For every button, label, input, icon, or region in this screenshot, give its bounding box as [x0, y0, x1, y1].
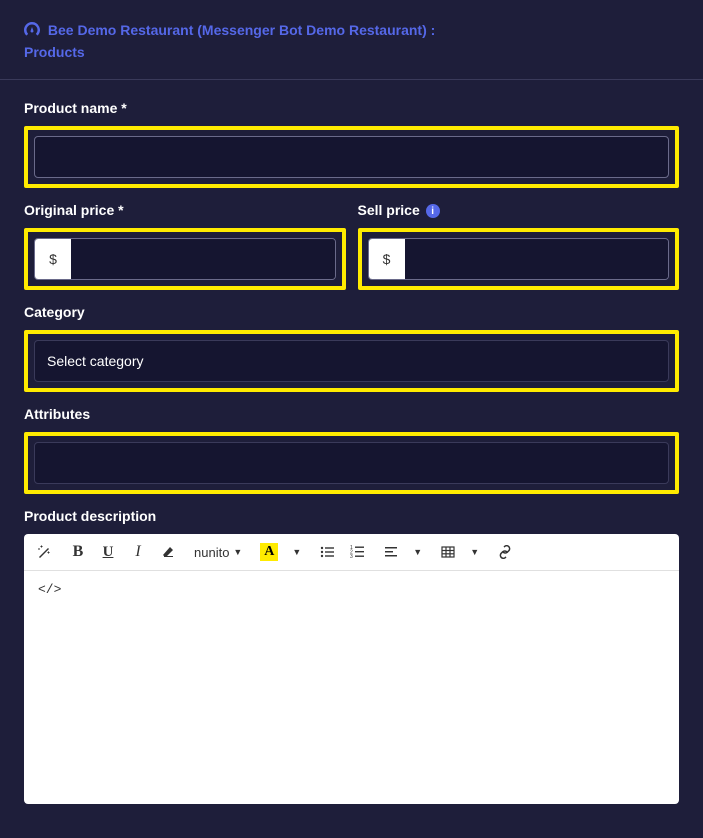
bold-button[interactable]: B	[70, 542, 86, 562]
original-price-input[interactable]	[71, 239, 335, 279]
italic-button[interactable]: I	[130, 542, 146, 562]
price-wrapper: $	[368, 238, 670, 280]
color-group: A ▼	[260, 543, 301, 561]
product-name-label: Product name *	[24, 100, 679, 116]
breadcrumb-store[interactable]: Bee Demo Restaurant (Messenger Bot Demo …	[48, 22, 435, 38]
link-icon[interactable]	[497, 542, 513, 562]
product-name-field: Product name *	[24, 100, 679, 188]
breadcrumb-page[interactable]: Products	[24, 44, 85, 60]
align-group: ▼	[383, 542, 422, 562]
editor-toolbar: B U I nunito ▼ A ▼	[24, 534, 679, 571]
attributes-label: Attributes	[24, 406, 679, 422]
product-form: Product name * Original price * $ Sell p…	[0, 80, 703, 838]
attributes-input[interactable]	[34, 442, 669, 484]
ordered-list-icon[interactable]: 123	[349, 542, 365, 562]
highlight-box: $	[358, 228, 680, 290]
align-icon[interactable]	[383, 542, 399, 562]
category-label: Category	[24, 304, 679, 320]
magic-wand-icon[interactable]	[36, 542, 52, 562]
page-header: Bee Demo Restaurant (Messenger Bot Demo …	[0, 0, 703, 80]
sell-price-field: Sell price i $	[358, 202, 680, 290]
category-select[interactable]: Select category	[34, 340, 669, 382]
highlight-box: $	[24, 228, 346, 290]
rich-text-editor: B U I nunito ▼ A ▼	[24, 534, 679, 804]
highlight-box	[24, 126, 679, 188]
table-icon[interactable]	[440, 542, 456, 562]
svg-text:3: 3	[350, 554, 353, 559]
chevron-down-icon[interactable]: ▼	[413, 547, 422, 557]
product-name-input[interactable]	[34, 136, 669, 178]
table-group: ▼	[440, 542, 479, 562]
category-placeholder: Select category	[47, 353, 144, 369]
sell-price-label: Sell price i	[358, 202, 680, 218]
currency-prefix: $	[369, 239, 405, 279]
currency-prefix: $	[35, 239, 71, 279]
price-wrapper: $	[34, 238, 336, 280]
attributes-field: Attributes	[24, 406, 679, 494]
editor-content: </>	[38, 582, 61, 597]
format-group: B U I	[70, 542, 176, 562]
highlight-box	[24, 432, 679, 494]
chevron-down-icon[interactable]: ▼	[470, 547, 479, 557]
eraser-icon[interactable]	[160, 542, 176, 562]
underline-button[interactable]: U	[100, 542, 116, 562]
original-price-label: Original price *	[24, 202, 346, 218]
description-field: Product description B U I nunito ▼	[24, 508, 679, 804]
list-group: 123	[319, 542, 365, 562]
original-price-field: Original price * $	[24, 202, 346, 290]
info-icon[interactable]: i	[426, 204, 440, 218]
category-field: Category Select category	[24, 304, 679, 392]
text-color-button[interactable]: A	[260, 543, 278, 561]
font-family-dropdown[interactable]: nunito ▼	[194, 545, 242, 560]
sell-price-label-text: Sell price	[358, 202, 420, 218]
description-label: Product description	[24, 508, 679, 524]
dashboard-icon	[24, 21, 40, 42]
editor-content-area[interactable]: </>	[24, 571, 679, 804]
sell-price-input[interactable]	[405, 239, 669, 279]
font-name: nunito	[194, 545, 229, 560]
highlight-box: Select category	[24, 330, 679, 392]
chevron-down-icon: ▼	[233, 547, 242, 557]
breadcrumb: Bee Demo Restaurant (Messenger Bot Demo …	[24, 20, 679, 63]
unordered-list-icon[interactable]	[319, 542, 335, 562]
chevron-down-icon[interactable]: ▼	[292, 547, 301, 557]
